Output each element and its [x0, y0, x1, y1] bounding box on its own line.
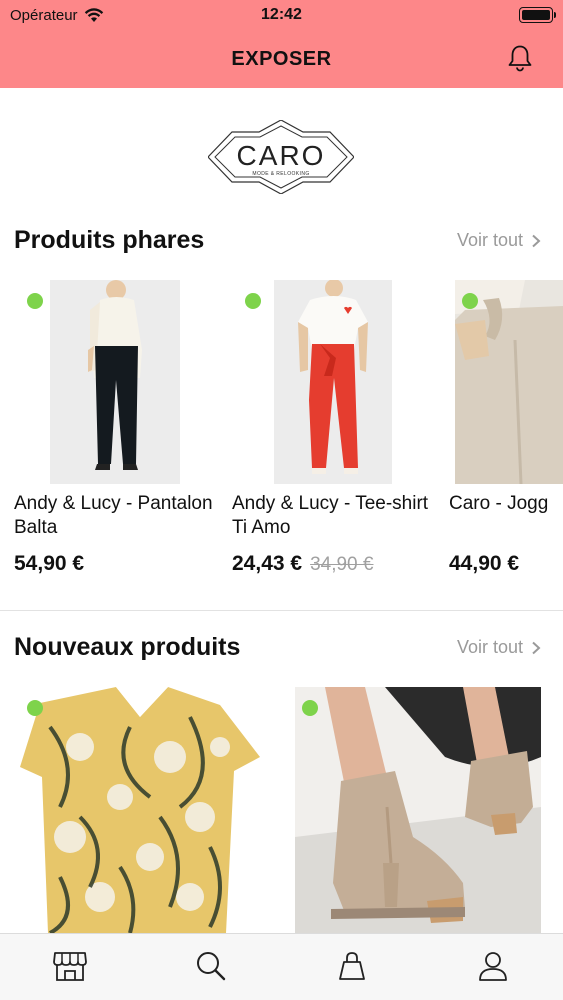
svg-text:CARO: CARO [237, 140, 326, 171]
product-price: 24,43 € [232, 552, 303, 575]
product-card[interactable]: Caro - Jogg 44,90 € [435, 280, 563, 580]
tab-bar [0, 933, 563, 1000]
user-icon [478, 952, 507, 981]
product-price-row: 44,90 € [449, 552, 519, 576]
new-products-header: Nouveaux produits Voir tout [14, 633, 541, 662]
product-image-jogger [455, 280, 563, 484]
product-card[interactable]: Andy & Lucy - Tee-shirt Ti Amo 24,43 € 34… [218, 280, 428, 580]
shop-icon [53, 952, 88, 981]
product-price: 54,90 € [14, 552, 85, 575]
featured-title: Produits phares [14, 226, 205, 254]
svg-text:MODE & RELOOKING: MODE & RELOOKING [252, 171, 309, 177]
new-products-title: Nouveaux produits [14, 633, 241, 661]
see-all-label: Voir tout [456, 230, 523, 250]
product-card[interactable] [282, 687, 563, 933]
search-icon [197, 952, 226, 981]
product-image-floral-top [20, 687, 264, 933]
product-name: Andy & Lucy - Tee-shirt Ti Amo [232, 493, 429, 538]
chevron-right-icon [532, 641, 541, 654]
page-title: EXPOSER [231, 47, 332, 70]
chevron-right-icon [532, 234, 541, 247]
product-price: 44,90 € [449, 552, 520, 575]
carrier-label: Opérateur [10, 6, 78, 24]
availability-dot [245, 293, 261, 309]
bag-icon [338, 952, 365, 980]
tab-account[interactable] [473, 950, 513, 986]
product-old-price: 34,90 € [310, 554, 374, 575]
product-image-boots [295, 687, 541, 933]
bell-icon[interactable] [505, 43, 535, 73]
product-image-tshirt [274, 280, 392, 484]
availability-dot [27, 700, 43, 716]
nav-bar: EXPOSER [0, 30, 563, 88]
tab-search[interactable] [191, 950, 231, 986]
battery-icon [519, 7, 556, 23]
availability-dot [462, 293, 478, 309]
product-name: Caro - Jogg [449, 493, 549, 514]
product-card[interactable]: Andy & Lucy - Pantalon Balta 54,90 € [0, 280, 213, 580]
product-price-row: 54,90 € [14, 552, 84, 576]
brand-logo: CARO MODE & RELOOKING [208, 120, 354, 194]
featured-header: Produits phares Voir tout [14, 226, 541, 255]
product-image-pants [50, 280, 180, 484]
status-bar: Opérateur 12:42 [0, 0, 563, 30]
tab-shop[interactable] [50, 950, 90, 986]
product-price-row: 24,43 € 34,90 € [232, 552, 373, 576]
tab-cart[interactable] [332, 950, 372, 986]
availability-dot [302, 700, 318, 716]
home-content[interactable]: CARO MODE & RELOOKING Produits phares Vo… [0, 88, 563, 933]
availability-dot [27, 293, 43, 309]
section-divider [0, 610, 563, 611]
featured-see-all-link[interactable]: Voir tout [457, 230, 541, 251]
new-products-see-all-link[interactable]: Voir tout [457, 637, 541, 658]
wifi-icon [84, 7, 103, 22]
status-left: Opérateur [10, 7, 104, 24]
see-all-label: Voir tout [456, 637, 523, 657]
product-card[interactable] [0, 687, 280, 933]
product-name: Andy & Lucy - Pantalon Balta [14, 493, 213, 538]
